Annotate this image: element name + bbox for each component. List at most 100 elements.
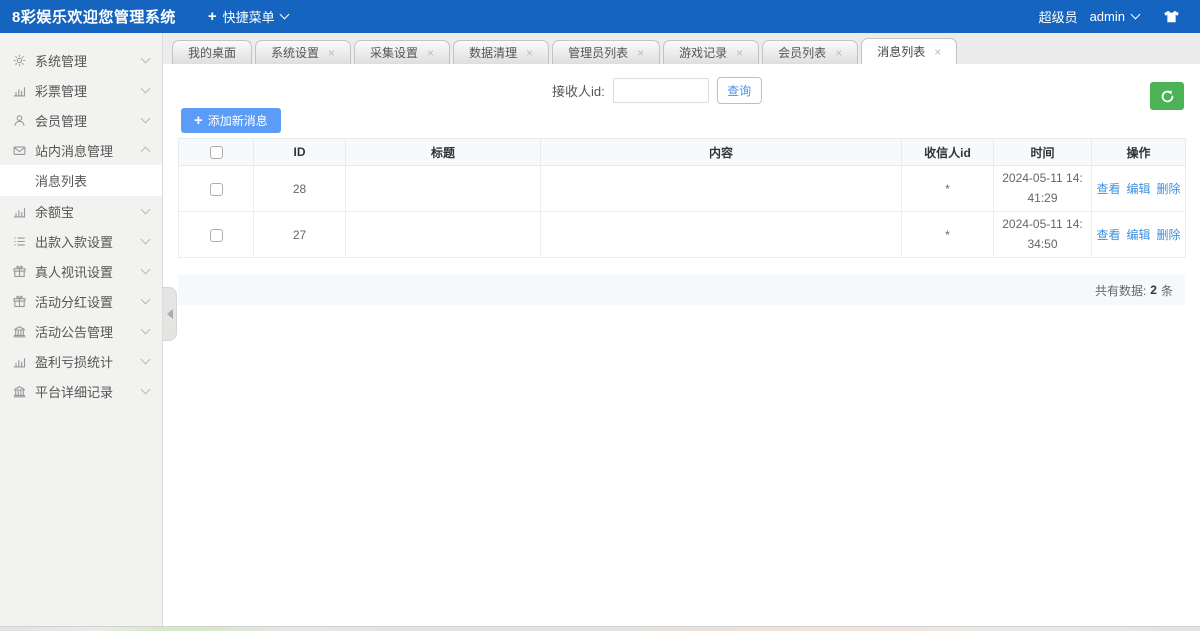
sidebar-item-3[interactable]: 会员管理: [0, 105, 162, 135]
chevron-down-icon: [140, 384, 151, 394]
chart-icon: [13, 84, 27, 97]
cell-id: 27: [253, 211, 346, 258]
cell-time: 2024-05-11 14:34:50: [993, 211, 1092, 258]
action-link-1[interactable]: 查看: [1096, 182, 1120, 196]
sidebar-item-6[interactable]: 出款入款设置: [0, 226, 162, 256]
table-footer: 共有数据: 2 条: [178, 275, 1185, 305]
quick-menu-button[interactable]: + 快捷菜单: [208, 7, 290, 26]
sidebar-item-label: 真人视讯设置: [35, 264, 114, 280]
sidebar-item-label: 平台详细记录: [35, 384, 114, 400]
column-header: 内容: [540, 138, 902, 166]
row-checkbox[interactable]: [209, 228, 223, 242]
tshirt-icon: [1164, 10, 1179, 23]
close-icon[interactable]: ×: [934, 46, 941, 58]
tab-label: 系统设置: [271, 46, 320, 60]
tab-3[interactable]: 采集设置 ×: [354, 40, 451, 64]
cell-content: [540, 165, 902, 212]
mail-icon: [13, 144, 27, 157]
column-header: 操作: [1091, 138, 1186, 166]
sidebar-subitem-消息列表[interactable]: 消息列表: [0, 165, 162, 196]
close-icon[interactable]: ×: [736, 47, 743, 59]
search-label: 接收人id:: [551, 84, 605, 99]
tab-7[interactable]: 会员列表 ×: [762, 40, 859, 64]
sidebar-item-4[interactable]: 站内消息管理: [0, 135, 162, 165]
tab-label: 我的桌面: [188, 46, 237, 60]
chart-icon: [13, 205, 27, 218]
sidebar-item-7[interactable]: 真人视讯设置: [0, 256, 162, 286]
app-title: 8彩娱乐欢迎您管理系统: [12, 9, 176, 26]
sidebar-item-1[interactable]: 系统管理: [0, 45, 162, 75]
close-icon[interactable]: ×: [427, 47, 434, 59]
close-icon[interactable]: ×: [637, 47, 644, 59]
tab-5[interactable]: 管理员列表 ×: [552, 40, 661, 64]
gift-icon: [13, 265, 27, 278]
sidebar-item-label: 彩票管理: [35, 83, 88, 99]
sidebar-item-8[interactable]: 活动分红设置: [0, 286, 162, 316]
receiver-id-input[interactable]: [612, 78, 709, 103]
sidebar-item-label: 会员管理: [35, 113, 88, 129]
bank-icon: [13, 385, 27, 398]
cell-actions: 查看 编辑 删除: [1091, 165, 1186, 212]
add-message-button[interactable]: + 添加新消息: [181, 108, 281, 133]
sidebar-item-11[interactable]: 平台详细记录: [0, 376, 162, 406]
close-icon[interactable]: ×: [328, 47, 335, 59]
select-all-checkbox[interactable]: [209, 146, 223, 160]
user-role: 超级员: [1038, 10, 1078, 25]
cell-title: [345, 211, 541, 258]
user-menu-button[interactable]: admin: [1089, 9, 1141, 24]
row-checkbox[interactable]: [209, 182, 223, 196]
username: admin: [1089, 9, 1125, 24]
column-header: ID: [253, 138, 346, 166]
query-button[interactable]: 查询: [716, 77, 762, 104]
column-header: 时间: [993, 138, 1092, 166]
action-link-3[interactable]: 删除: [1157, 228, 1181, 242]
list-icon: [13, 235, 27, 248]
cell-content: [540, 211, 902, 258]
quick-menu-label: 快捷菜单: [222, 10, 275, 25]
toolbar: 接收人id: 查询 + 添加新消息: [164, 64, 1200, 138]
refresh-button[interactable]: [1150, 82, 1184, 110]
chevron-down-icon: [140, 204, 151, 214]
sidebar-item-label: 站内消息管理: [35, 143, 114, 159]
action-link-1[interactable]: 查看: [1096, 228, 1120, 242]
taskbar-sliver: [0, 626, 1200, 631]
row-checkbox-cell: [178, 211, 254, 258]
add-message-label: 添加新消息: [207, 114, 268, 128]
tab-1[interactable]: 我的桌面: [172, 40, 253, 64]
table-body: 28 * 2024-05-11 14:41:29 查看 编辑 删除 27 * 2024-05-1…: [178, 165, 1186, 258]
tab-6[interactable]: 游戏记录 ×: [663, 40, 760, 64]
tab-label: 会员列表: [778, 46, 827, 60]
table-row: 28 * 2024-05-11 14:41:29 查看 编辑 删除: [178, 165, 1186, 212]
action-link-2[interactable]: 编辑: [1126, 228, 1150, 242]
row-checkbox-cell: [178, 165, 254, 212]
sidebar-item-9[interactable]: 活动公告管理: [0, 316, 162, 346]
tab-8[interactable]: 消息列表 ×: [861, 38, 958, 64]
sidebar-item-2[interactable]: 彩票管理: [0, 75, 162, 105]
theme-skin-button[interactable]: [1163, 10, 1180, 23]
table-header-row: ID 标题 内容 收信人id 时间 操作: [178, 138, 1186, 166]
column-header: 标题: [345, 138, 541, 166]
header-checkbox-cell: [178, 138, 254, 166]
total-unit: 条: [1160, 283, 1173, 298]
cell-receiver-id: *: [901, 165, 994, 212]
top-bar-right: 超级员 admin: [1039, 7, 1200, 26]
cell-time: 2024-05-11 14:41:29: [993, 165, 1092, 212]
cell-actions: 查看 编辑 删除: [1091, 211, 1186, 258]
action-link-3[interactable]: 删除: [1157, 182, 1181, 196]
gear-icon: [13, 54, 27, 67]
sidebar-item-10[interactable]: 盈利亏损统计: [0, 346, 162, 376]
chevron-down-icon: [279, 9, 290, 20]
tab-label: 采集设置: [370, 46, 419, 60]
action-link-2[interactable]: 编辑: [1126, 182, 1150, 196]
sidebar-item-5[interactable]: 余额宝: [0, 196, 162, 226]
close-icon[interactable]: ×: [835, 47, 842, 59]
chevron-down-icon: [140, 324, 151, 334]
tab-2[interactable]: 系统设置 ×: [255, 40, 352, 64]
sidebar-item-label: 活动分红设置: [35, 294, 114, 310]
tab-4[interactable]: 数据清理 ×: [453, 40, 550, 64]
close-icon[interactable]: ×: [526, 47, 533, 59]
sidebar-collapse-handle[interactable]: [163, 287, 177, 341]
sidebar: 系统管理彩票管理会员管理站内消息管理消息列表余额宝出款入款设置真人视讯设置 活动分…: [0, 33, 163, 626]
sidebar-item-label: 余额宝: [35, 204, 75, 220]
cell-receiver-id: *: [901, 211, 994, 258]
